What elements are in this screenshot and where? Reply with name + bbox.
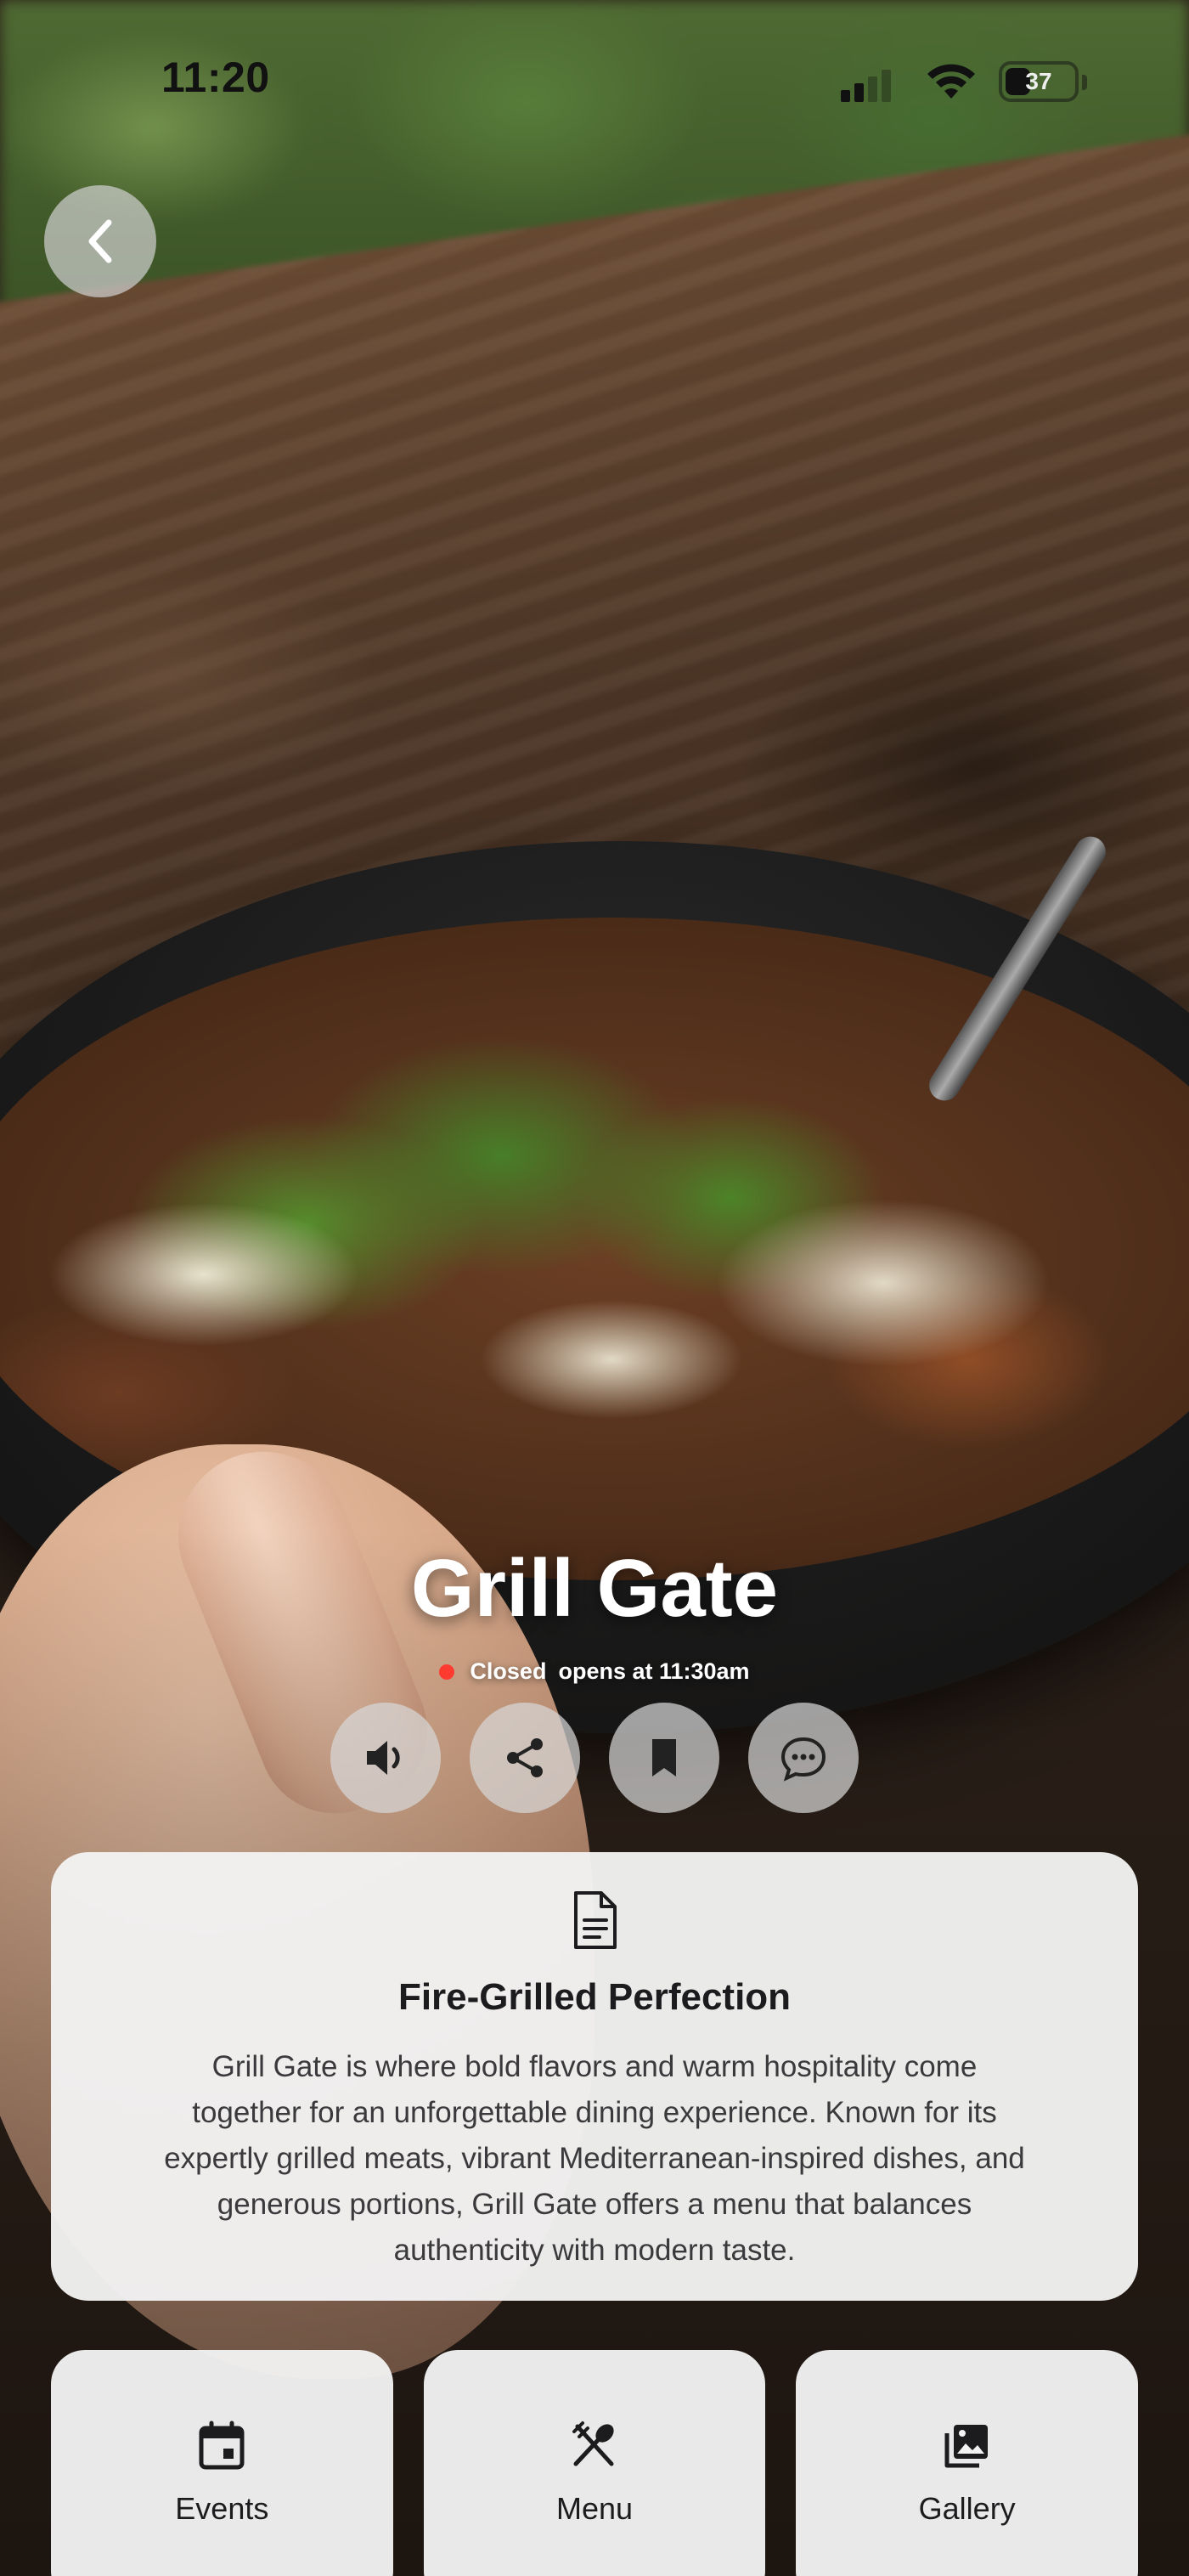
- fork-spoon-icon: [572, 2421, 614, 2466]
- gallery-tile[interactable]: Gallery: [796, 2350, 1139, 2576]
- bookmark-icon: [652, 1739, 676, 1777]
- wifi-icon: [927, 64, 975, 99]
- menu-label: Menu: [555, 2491, 634, 2526]
- description-line: generous portions, Grill Gate offers a m…: [217, 2188, 972, 2221]
- action-buttons: [0, 1703, 1189, 1813]
- battery-icon: 37: [999, 61, 1079, 102]
- description-line: authenticity with modern taste.: [393, 2234, 796, 2267]
- open-status: Closed opens at 11:30am: [0, 1658, 1189, 1685]
- cellular-signal-icon: [841, 68, 900, 102]
- status-dot: [439, 1664, 455, 1680]
- status-label: Closed: [470, 1658, 547, 1684]
- status-bar: 11:20 37: [0, 0, 1189, 161]
- description-line: together for an unforgettable dining exp…: [192, 2096, 997, 2129]
- opening-time: opens at 11:30am: [558, 1658, 750, 1684]
- menu-tile[interactable]: Menu: [423, 2350, 766, 2576]
- bookmark-button[interactable]: [609, 1703, 719, 1813]
- about-title: Fire-Grilled Perfection: [397, 1976, 792, 2018]
- about-description: Grill Gate is where bold flavors and war…: [85, 2044, 1104, 2274]
- chat-icon: [780, 1737, 826, 1782]
- events-label: Events: [175, 2491, 269, 2526]
- battery-level: 37: [1025, 68, 1052, 94]
- description-line: Grill Gate is where bold flavors and war…: [211, 2050, 978, 2083]
- share-icon: [507, 1738, 543, 1777]
- speaker-icon: [367, 1741, 400, 1775]
- status-time: 11:20: [161, 54, 270, 101]
- restaurant-detail-screen: 11:20 37 Grill Gate Closed opens at 11:3…: [0, 0, 1189, 2576]
- document-icon: [574, 1891, 617, 1949]
- gallery-label: Gallery: [918, 2491, 1016, 2526]
- events-tile[interactable]: Events: [51, 2350, 393, 2576]
- description-line: expertly grilled meats, vibrant Mediterr…: [164, 2142, 1025, 2175]
- calendar-icon: [199, 2421, 245, 2470]
- back-button[interactable]: [44, 185, 156, 297]
- about-card: Fire-Grilled Perfection Grill Gate is wh…: [51, 1852, 1138, 2301]
- share-button[interactable]: [470, 1703, 580, 1813]
- gallery-icon: [944, 2425, 988, 2468]
- venue-name: Grill Gate: [410, 1543, 779, 1634]
- chat-button[interactable]: [748, 1703, 859, 1813]
- chevron-left-icon: [88, 219, 112, 263]
- sound-button[interactable]: [330, 1703, 441, 1813]
- section-tiles: Events Menu Gallery: [51, 2350, 1139, 2576]
